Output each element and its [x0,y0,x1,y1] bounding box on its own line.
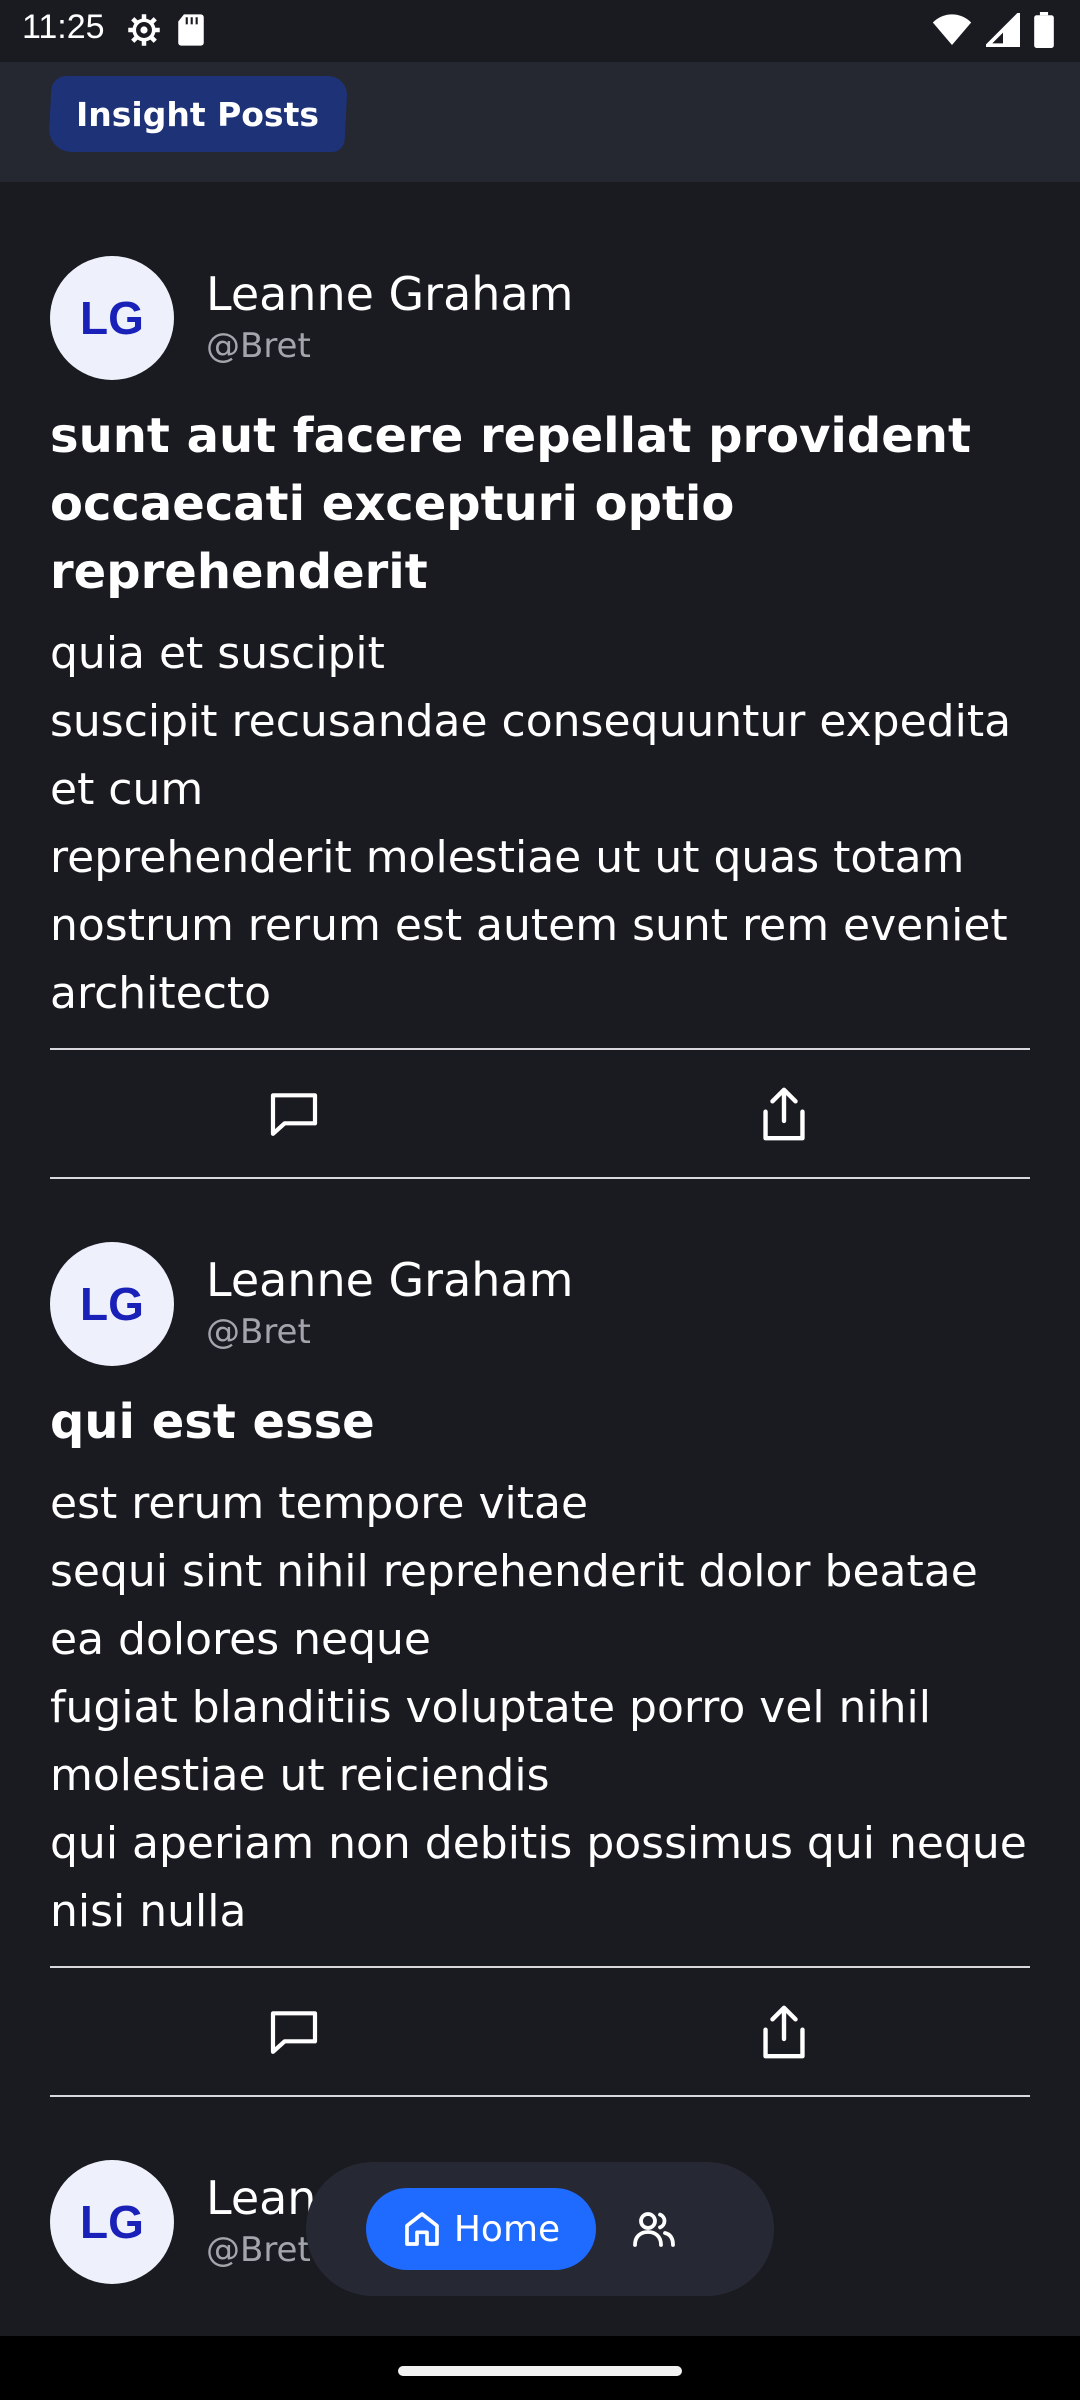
post-card: LG Leanne Graham @Bret qui est esse est … [50,1242,1030,2097]
share-button[interactable] [754,2002,814,2062]
avatar[interactable]: LG [50,256,174,380]
comment-icon [270,1093,318,1136]
app-title: Insight Posts [76,94,320,134]
post-actions [50,1048,1030,1179]
status-bar: 11:25 [0,0,1080,62]
comment-icon [270,2011,318,2054]
signal-icon [983,10,1021,51]
sd-card-icon [176,13,206,51]
post-feed[interactable]: LG Leanne Graham @Bret sunt aut facere r… [0,182,1080,2332]
post-title: sunt aut facere repellat provident occae… [50,408,971,600]
author-info: Leanne Graham @Bret [206,266,573,370]
people-icon [633,2212,675,2247]
comment-button[interactable] [264,1084,324,1144]
home-icon [405,2212,439,2246]
author-name[interactable]: Leanne Graham [206,266,573,322]
app-header: Insight Posts [0,62,1080,182]
author-name[interactable]: Leanne Graham [206,1252,573,1308]
post-card: LG Leanne Graham @Bret sunt aut facere r… [50,256,1030,1179]
post-body: est rerum tempore vitae sequi sint nihil… [50,1478,1027,1937]
share-icon [763,1087,805,1141]
share-icon [763,2005,805,2059]
nav-people-button[interactable] [630,2205,678,2253]
avatar[interactable]: LG [50,2160,174,2284]
system-nav-bar [0,2336,1080,2400]
author-info: Leanne Graham @Bret [206,1252,573,1356]
post-actions [50,1966,1030,2097]
comment-button[interactable] [264,2002,324,2062]
nav-home-label: Home [453,2208,561,2250]
post-header: LG Leanne Graham @Bret [50,1242,1030,1366]
status-left-icons [126,12,206,52]
avatar[interactable]: LG [50,1242,174,1366]
settings-icon [126,12,162,52]
status-time: 11:25 [22,8,105,46]
nav-home-button[interactable]: Home [366,2188,596,2270]
post-title: qui est esse [50,1394,375,1450]
header-badge: Insight Posts [48,76,348,152]
wifi-icon [932,13,972,51]
post-header: LG Leanne Graham @Bret [50,256,1030,380]
author-handle: @Bret [206,1312,311,1352]
share-button[interactable] [754,1084,814,1144]
battery-icon [1034,12,1054,52]
bottom-nav: Home [306,2162,774,2296]
status-right-icons [932,10,1054,52]
author-handle: @Bret [206,326,311,366]
post-body: quia et suscipit suscipit recusandae con… [50,628,1012,1019]
home-gesture-pill[interactable] [398,2366,682,2376]
